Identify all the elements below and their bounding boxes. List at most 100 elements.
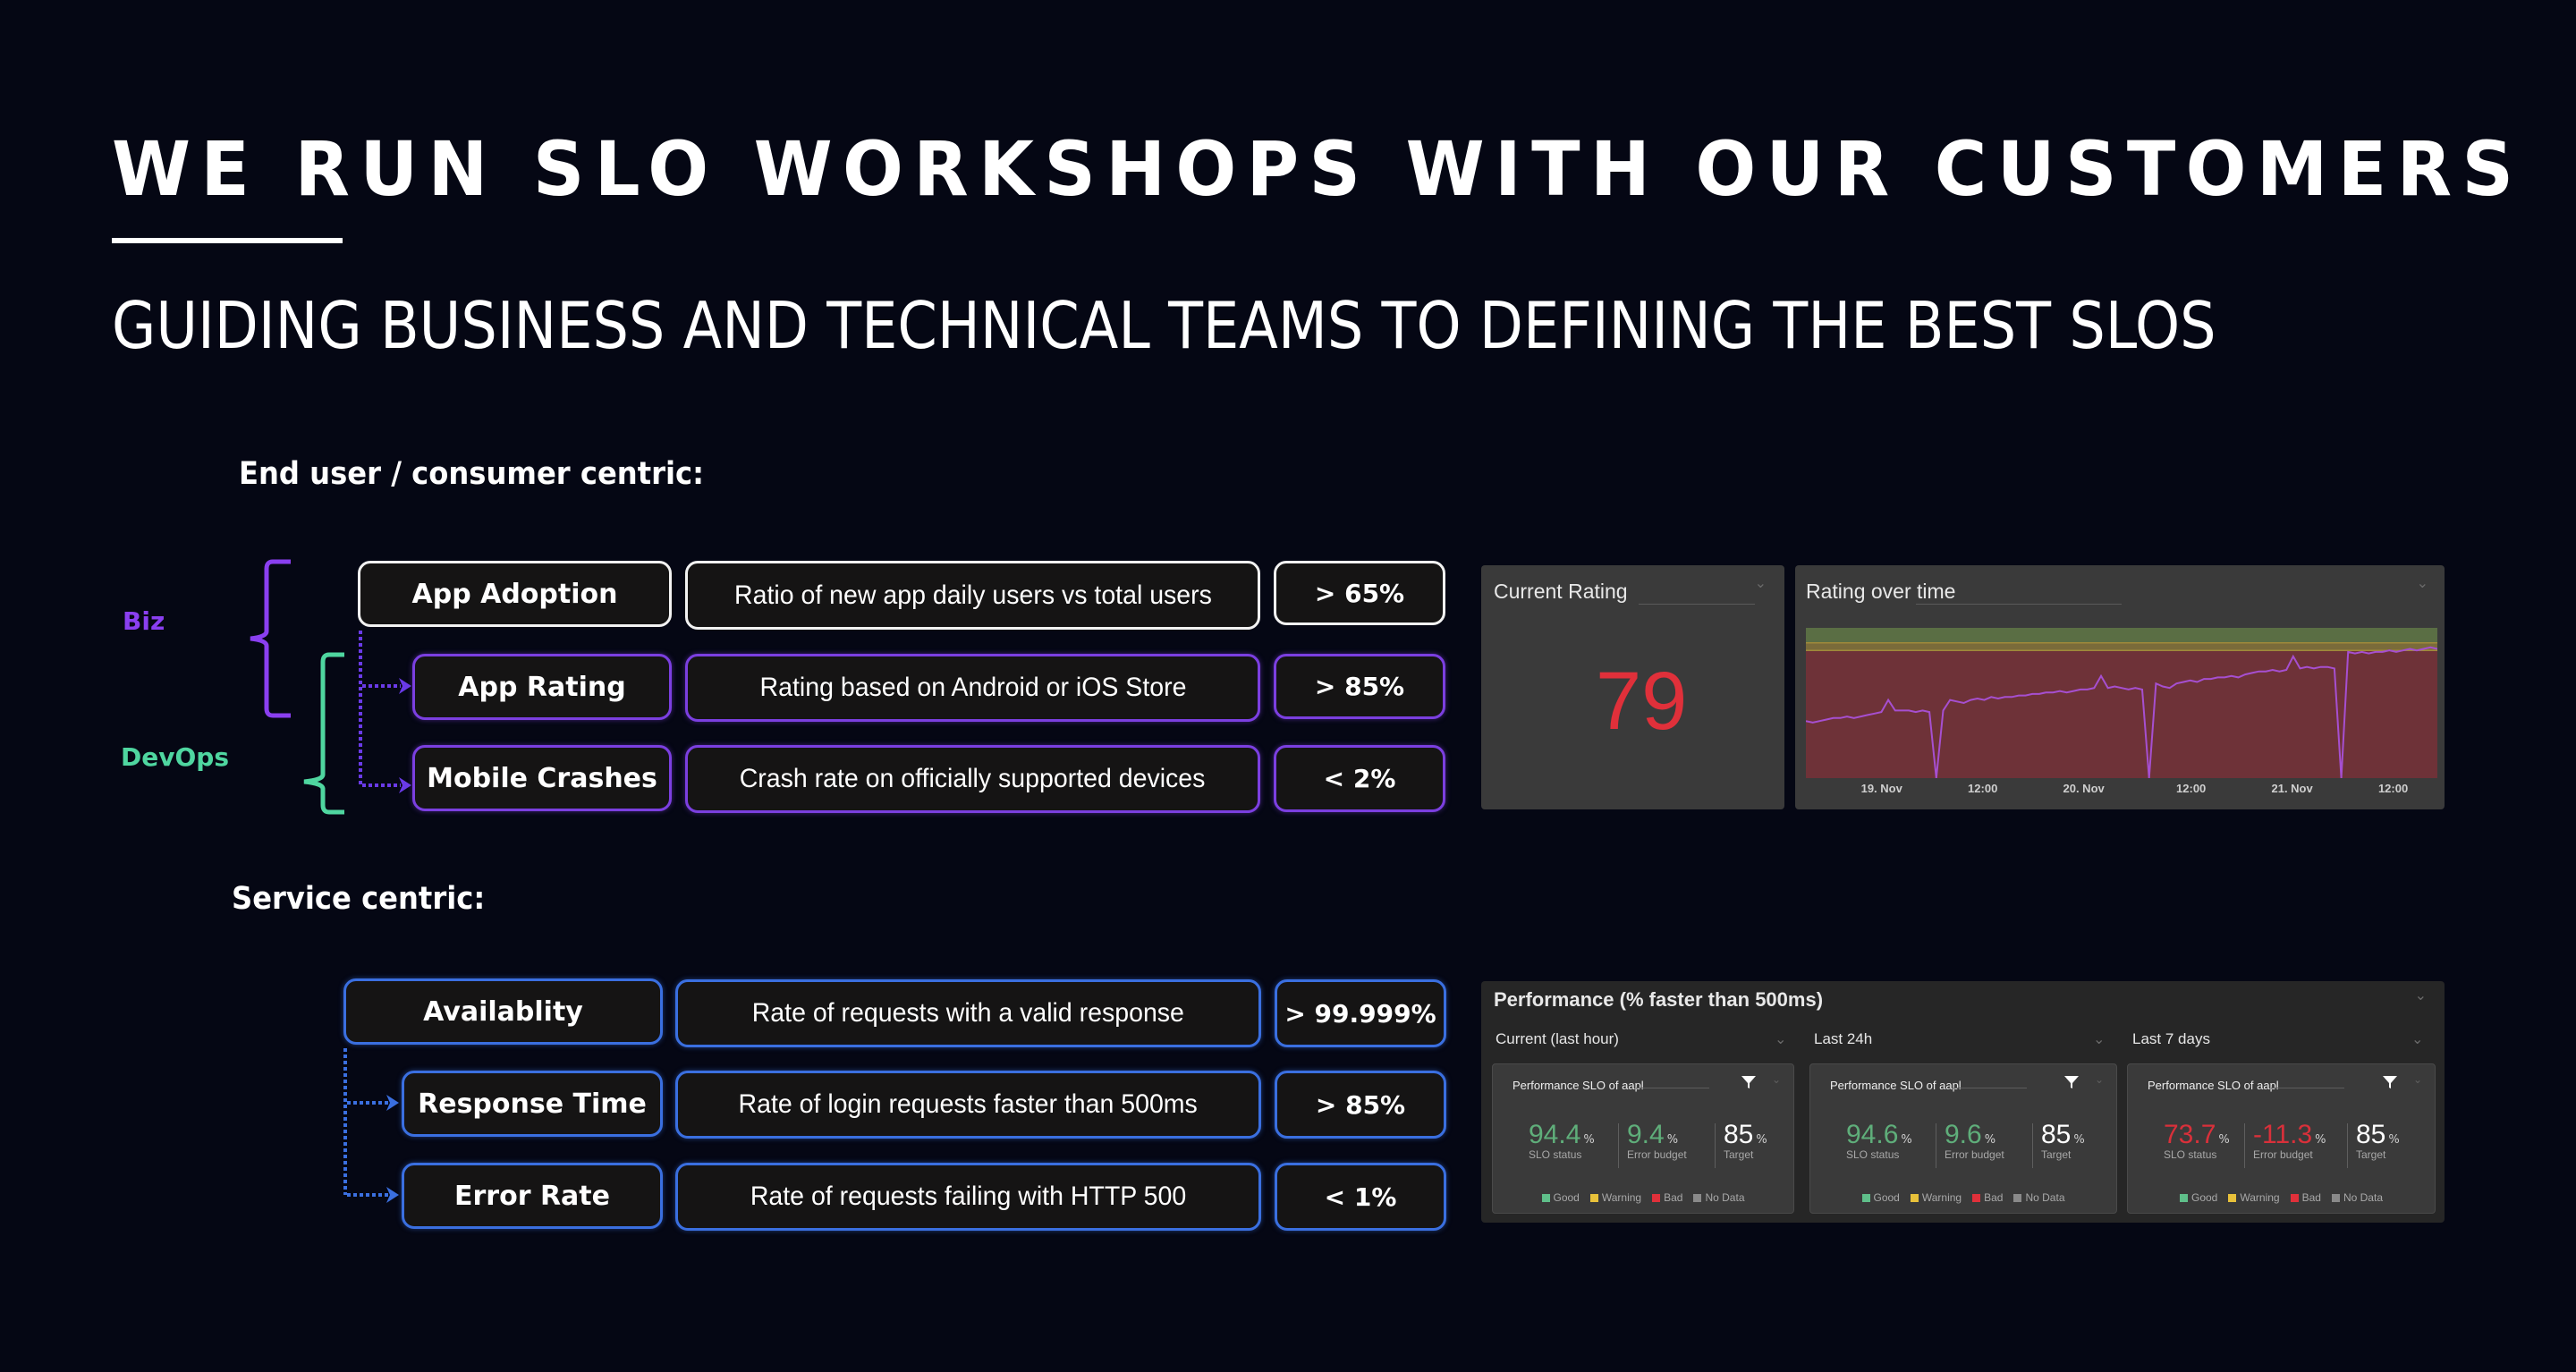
performance-panel: Performance (% faster than 500ms) ⌄ Curr… xyxy=(1481,981,2445,1223)
slo-card-current: Performance SLO of aapl ⌄ 94.4% SLO stat… xyxy=(1492,1063,1794,1214)
legend-swatch xyxy=(1693,1194,1702,1203)
error-budget-value: 9.6 xyxy=(1945,1120,1982,1149)
legend-item: Good xyxy=(2180,1191,2217,1204)
metric-divider xyxy=(2032,1123,2033,1168)
slo-name-label: Error Rate xyxy=(454,1180,610,1212)
legend-label: No Data xyxy=(2343,1191,2383,1204)
slo-target-app-adoption: > 65% xyxy=(1274,561,1445,625)
error-budget-value: 9.4 xyxy=(1627,1120,1665,1149)
slo-target-label: < 1% xyxy=(1324,1181,1397,1212)
column-title-last-7-days: Last 7 days xyxy=(2132,1030,2210,1047)
legend-item: Good xyxy=(1541,1191,1580,1204)
legend-swatch xyxy=(1972,1194,1981,1203)
chevron-down-icon[interactable]: ⌄ xyxy=(2411,1030,2423,1047)
chevron-down-icon[interactable]: ⌄ xyxy=(2415,987,2427,1004)
legend-swatch xyxy=(2290,1194,2299,1203)
legend-swatch xyxy=(2331,1194,2340,1203)
slo-status-label: SLO status xyxy=(1846,1148,1900,1161)
slo-description-error-rate: Rate of requests failing with HTTP 500 xyxy=(675,1163,1261,1231)
legend-swatch xyxy=(1589,1194,1598,1203)
slo-name-label: Response Time xyxy=(418,1088,647,1120)
status-legend: Good Warning Bad No Data xyxy=(1493,1191,1793,1204)
percent-unit: % xyxy=(2388,1133,2400,1147)
chevron-down-icon[interactable]: ⌄ xyxy=(2093,1030,2105,1047)
slo-target-label: > 99.999% xyxy=(1284,998,1436,1029)
metric-divider xyxy=(2244,1123,2245,1168)
legend-item: Warning xyxy=(2228,1191,2280,1204)
biz-bracket-icon xyxy=(250,559,291,718)
target-value: 85 xyxy=(2041,1120,2072,1149)
percent-unit: % xyxy=(1984,1133,1996,1147)
percent-unit: % xyxy=(1756,1133,1767,1147)
x-tick-label: 12:00 xyxy=(1968,782,1998,795)
slo-target-app-rating: > 85% xyxy=(1274,654,1445,719)
filter-icon[interactable] xyxy=(1740,1073,1758,1091)
arrow-mobile-crashes-icon xyxy=(399,777,411,793)
slo-target-error-rate: < 1% xyxy=(1275,1163,1446,1231)
error-budget-metric: 9.4% Error budget xyxy=(1627,1120,1687,1161)
slo-target-label: < 2% xyxy=(1323,764,1396,793)
arrow-error-rate-icon xyxy=(386,1187,399,1203)
slo-description-response-time: Rate of login requests faster than 500ms xyxy=(675,1071,1261,1139)
slo-card-last-24h: Performance SLO of aapl ⌄ 94.6% SLO stat… xyxy=(1809,1063,2117,1214)
percent-unit: % xyxy=(1583,1133,1595,1147)
column-title-last-24h: Last 24h xyxy=(1814,1030,1873,1047)
chevron-down-icon[interactable]: ⌄ xyxy=(1775,1030,1786,1047)
percent-unit: % xyxy=(2073,1133,2085,1147)
legend-label: Good xyxy=(1873,1191,1900,1204)
slo-status-label: SLO status xyxy=(2164,1148,2217,1161)
rating-over-time-panel: Rating over time ⌄ 19. Nov 12:00 20. Nov 12… xyxy=(1795,565,2445,809)
chevron-down-icon[interactable]: ⌄ xyxy=(2417,574,2428,591)
legend-swatch xyxy=(1652,1194,1661,1203)
filter-icon[interactable] xyxy=(2063,1073,2080,1091)
slo-status-metric: 73.7% SLO status xyxy=(2164,1120,2230,1161)
devops-bracket-icon xyxy=(303,652,344,815)
target-label: Target xyxy=(1724,1148,1754,1161)
slo-description-availability: Rate of requests with a valid response xyxy=(675,979,1261,1047)
legend-label: Bad xyxy=(1984,1191,2004,1204)
panel-title-rule xyxy=(1916,604,2122,605)
status-legend: Good Warning Bad No Data xyxy=(2128,1191,2435,1204)
slo-target-label: > 85% xyxy=(1314,672,1405,701)
percent-unit: % xyxy=(2218,1133,2230,1147)
legend-item: Warning xyxy=(1589,1191,1642,1204)
legend-label: Warning xyxy=(1601,1191,1642,1204)
target-label: Target xyxy=(2041,1148,2072,1161)
x-tick-label: 21. Nov xyxy=(2271,782,2313,795)
legend-label: Warning xyxy=(1921,1191,1962,1204)
chevron-down-icon[interactable]: ⌄ xyxy=(2413,1073,2422,1086)
card-title: Performance SLO of aapl xyxy=(2148,1079,2279,1092)
slo-target-mobile-crashes: < 2% xyxy=(1274,745,1445,812)
percent-unit: % xyxy=(1901,1133,1912,1147)
slo-status-value: 94.6 xyxy=(1846,1120,1899,1149)
current-rating-panel: Current Rating ⌄ 79 xyxy=(1481,565,1784,809)
x-axis: 19. Nov 12:00 20. Nov 12:00 21. Nov 12:00 xyxy=(1806,782,2437,800)
slo-target-label: > 85% xyxy=(1315,1089,1406,1120)
target-value: 85 xyxy=(2356,1120,2386,1149)
legend-swatch xyxy=(1541,1194,1550,1203)
slo-description-label: Rating based on Android or iOS Store xyxy=(759,673,1186,702)
legend-label: Warning xyxy=(2240,1191,2280,1204)
chevron-down-icon[interactable]: ⌄ xyxy=(2095,1073,2104,1086)
chevron-down-icon[interactable]: ⌄ xyxy=(1772,1073,1781,1086)
filter-icon[interactable] xyxy=(2381,1073,2399,1091)
legend-item: Bad xyxy=(1652,1191,1682,1204)
slo-name-label: App Rating xyxy=(458,671,626,703)
legend-item: No Data xyxy=(2013,1191,2065,1204)
legend-item: Bad xyxy=(1972,1191,2003,1204)
error-budget-value: -11.3 xyxy=(2253,1120,2313,1149)
legend-label: No Data xyxy=(2025,1191,2065,1204)
legend-item: Bad xyxy=(2290,1191,2321,1204)
slo-description-label: Rate of login requests faster than 500ms xyxy=(738,1089,1199,1119)
chevron-down-icon[interactable]: ⌄ xyxy=(1755,574,1767,591)
rating-chart xyxy=(1806,628,2437,778)
rating-over-time-title: Rating over time xyxy=(1806,580,1956,603)
slo-target-availability: > 99.999% xyxy=(1275,979,1446,1047)
slo-description-app-adoption: Ratio of new app daily users vs total us… xyxy=(685,561,1260,630)
card-title: Performance SLO of aapl xyxy=(1830,1079,1962,1092)
slo-description-label: Rate of requests failing with HTTP 500 xyxy=(750,1181,1187,1211)
column-title-current: Current (last hour) xyxy=(1496,1030,1619,1047)
current-rating-value: 79 xyxy=(1596,656,1688,747)
target-metric: 85% Target xyxy=(2041,1120,2085,1161)
status-legend: Good Warning Bad No Data xyxy=(1810,1191,2116,1204)
